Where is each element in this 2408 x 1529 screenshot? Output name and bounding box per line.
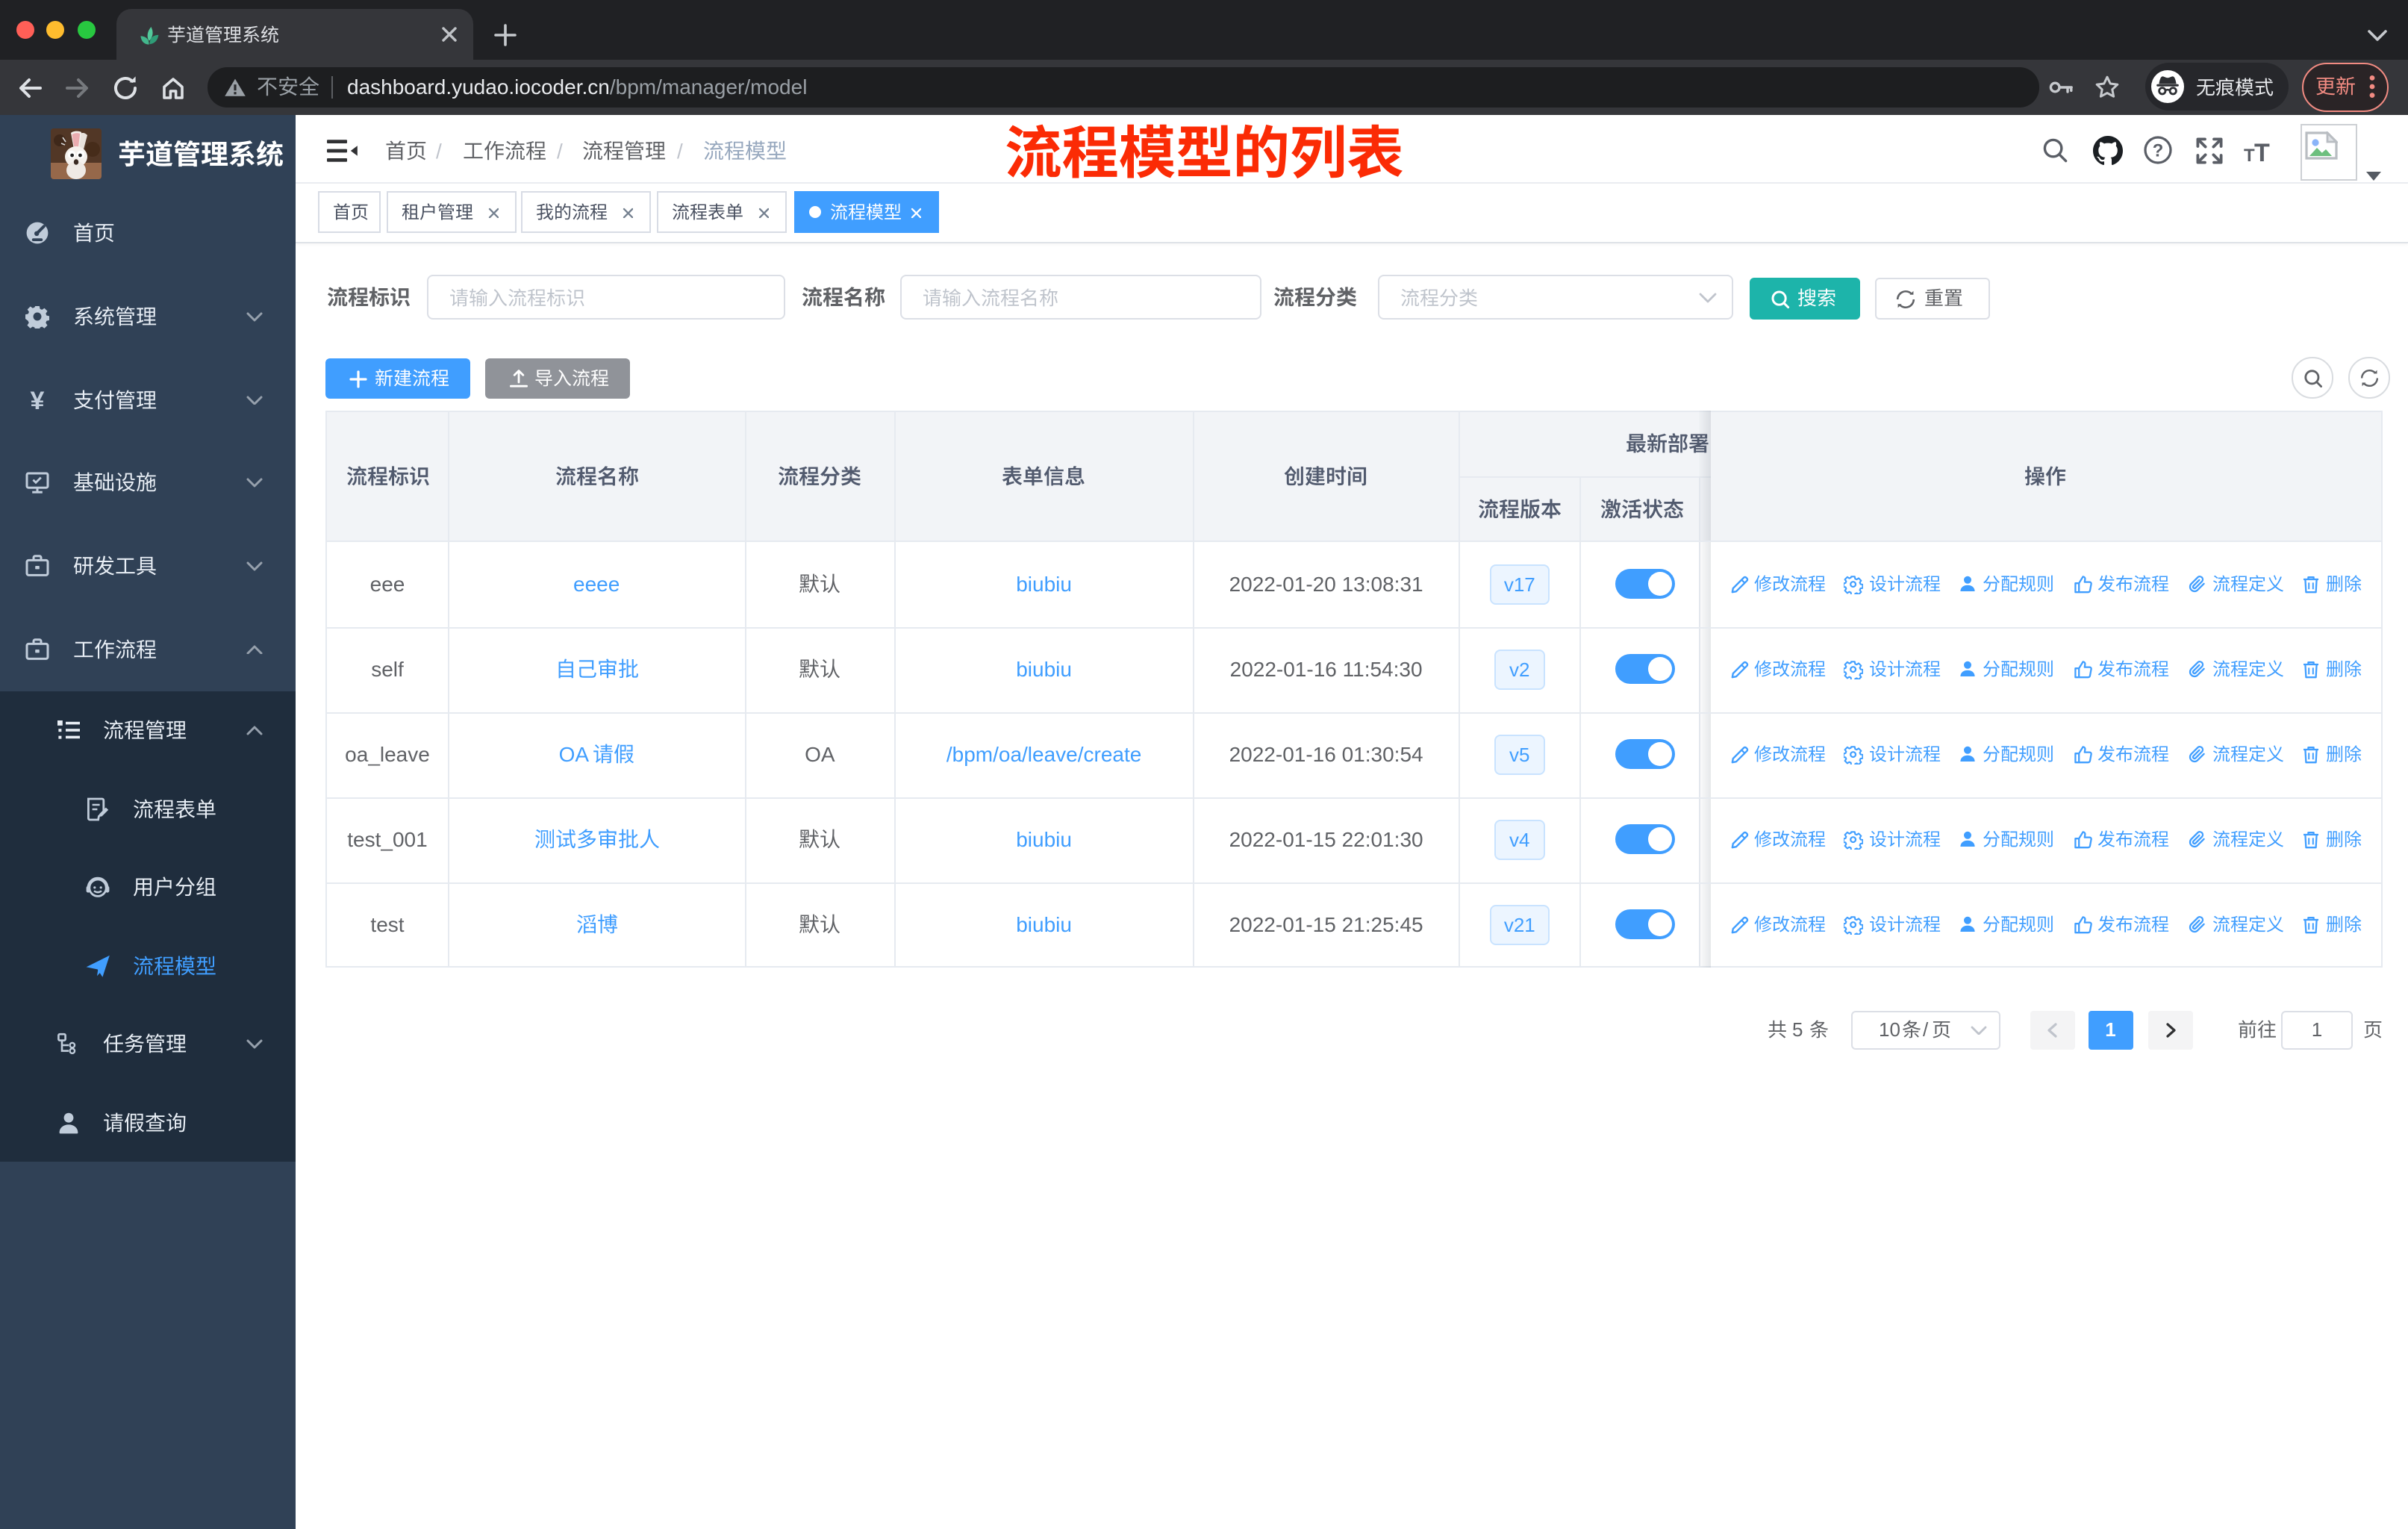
svg-text:T: T xyxy=(2254,139,2270,164)
svg-text:?: ? xyxy=(2152,141,2163,161)
svg-text:T: T xyxy=(2244,146,2255,164)
svg-text:¥: ¥ xyxy=(30,387,44,411)
